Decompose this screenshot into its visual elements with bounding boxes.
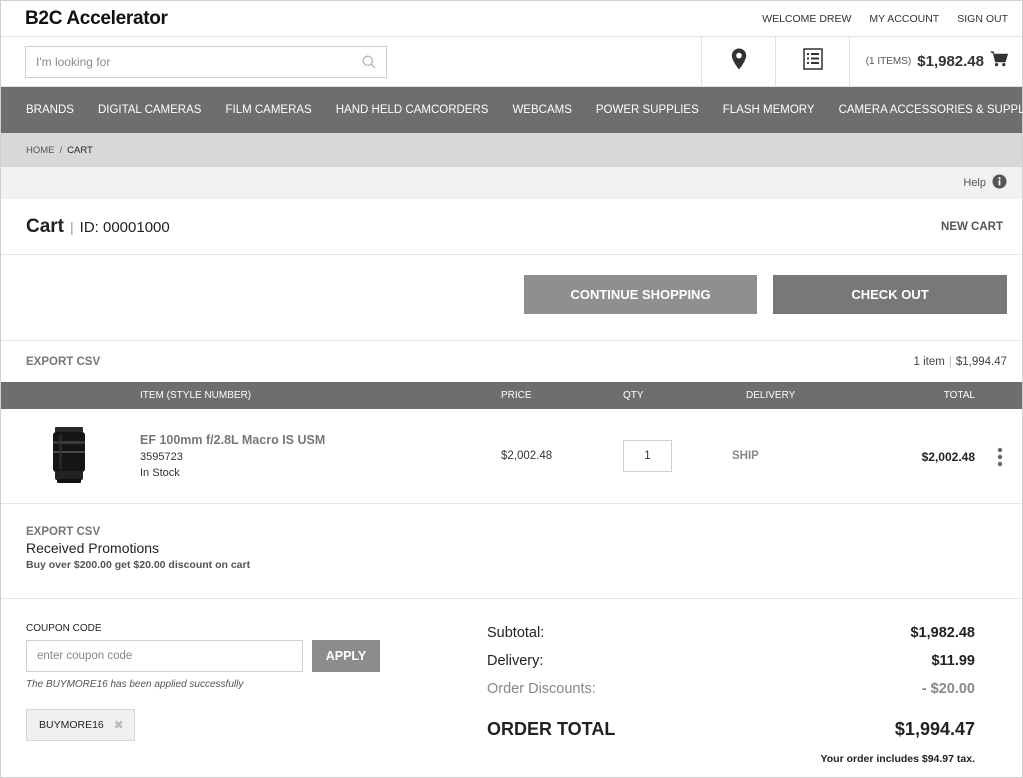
nav-item-digital-cameras[interactable]: DIGITAL CAMERAS: [98, 104, 202, 116]
promotions-section: EXPORT CSV Received Promotions Buy over …: [1, 504, 1022, 599]
apply-coupon-button[interactable]: APPLY: [312, 640, 380, 672]
cart-summary: 1 item | $1,994.47: [914, 356, 1008, 368]
more-vertical-icon[interactable]: [997, 447, 1003, 472]
search-row: (1 ITEMS) $1,982.48: [1, 37, 1022, 87]
nav-item-camera-accessories[interactable]: CAMERA ACCESSORIES & SUPPLIES: [839, 104, 1023, 116]
order-list-icon: [802, 48, 823, 75]
export-row: EXPORT CSV 1 item | $1,994.47: [1, 341, 1022, 382]
nav-item-webcams[interactable]: WEBCAMS: [512, 104, 571, 116]
product-thumbnail[interactable]: [49, 425, 89, 490]
sign-out-link[interactable]: SIGN OUT: [957, 13, 1008, 25]
summary-divider: |: [948, 355, 952, 368]
column-header-total: TOTAL: [943, 390, 975, 401]
location-pin-icon: [731, 48, 747, 75]
column-header-delivery: DELIVERY: [746, 390, 796, 401]
store-locator-button[interactable]: [701, 37, 775, 86]
title-divider: |: [70, 218, 74, 235]
cart-id: ID: 00001000: [79, 218, 170, 236]
search-box: [25, 46, 387, 78]
subtotal-value: $1,982.48: [910, 625, 975, 641]
cart-header: Cart | ID: 00001000 NEW CART: [1, 199, 1022, 255]
cart-actions: CONTINUE SHOPPING CHECK OUT: [1, 255, 1022, 341]
mini-cart-total: $1,982.48: [917, 53, 984, 70]
nav-item-flash-memory[interactable]: FLASH MEMORY: [723, 104, 815, 116]
coupon-code-input[interactable]: [26, 640, 303, 672]
item-count: 1 item: [913, 355, 945, 368]
coupon-code-label: COUPON CODE: [26, 623, 102, 634]
breadcrumb-home[interactable]: HOME: [26, 145, 55, 156]
applied-coupon-chip: BUYMORE16 ✖: [26, 709, 135, 741]
discounts-row: Order Discounts: - $20.00: [487, 681, 975, 709]
cart-title-group: Cart | ID: 00001000: [26, 216, 170, 238]
promotions-title: Received Promotions: [26, 540, 160, 556]
promotion-description: Buy over $200.00 get $20.00 discount on …: [26, 559, 251, 571]
new-cart-link[interactable]: NEW CART: [941, 221, 1003, 233]
breadcrumb: HOME / CART: [1, 133, 1022, 167]
breadcrumb-separator: /: [59, 144, 63, 156]
search-wrap: [1, 37, 701, 86]
applied-coupon-code: BUYMORE16: [39, 719, 104, 731]
mini-cart[interactable]: (1 ITEMS) $1,982.48: [849, 37, 1022, 86]
delivery-method[interactable]: SHIP: [732, 450, 759, 462]
discounts-label: Order Discounts:: [487, 681, 596, 697]
cart-icon: [990, 51, 1009, 72]
delivery-label: Delivery:: [487, 653, 544, 669]
product-style-number: 3595723: [140, 451, 183, 463]
table-header: ITEM (STYLE NUMBER) PRICE QTY DELIVERY T…: [1, 382, 1022, 409]
product-name-link[interactable]: EF 100mm f/2.8L Macro IS USM: [140, 433, 325, 447]
discounts-value: - $20.00: [921, 681, 975, 697]
account-links: WELCOME DREW MY ACCOUNT SIGN OUT: [762, 13, 1008, 25]
promotions-export-csv-link[interactable]: EXPORT CSV: [26, 526, 1022, 538]
info-icon[interactable]: [992, 174, 1007, 192]
page-title: Cart: [26, 215, 65, 237]
delivery-value: $11.99: [931, 653, 975, 669]
subtotal-label: Subtotal:: [487, 625, 545, 641]
breadcrumb-current: CART: [67, 144, 93, 156]
order-total-value: $1,994.47: [894, 719, 975, 739]
help-bar: Help: [1, 167, 1022, 199]
nav-item-hand-held-camcorders[interactable]: HAND HELD CAMCORDERS: [336, 104, 489, 116]
quantity-input[interactable]: [623, 440, 672, 472]
subtotal-row: Subtotal: $1,982.48: [487, 625, 975, 653]
product-line-total: $2,002.48: [921, 450, 975, 464]
product-stock-status: In Stock: [140, 467, 180, 479]
column-header-qty: QTY: [623, 390, 644, 401]
nav-item-brands[interactable]: BRANDS: [26, 104, 74, 116]
search-input[interactable]: [26, 47, 386, 77]
main-navigation: BRANDS DIGITAL CAMERAS FILM CAMERAS HAND…: [1, 87, 1023, 133]
top-bar: B2C Accelerator WELCOME DREW MY ACCOUNT …: [1, 1, 1022, 37]
nav-item-film-cameras[interactable]: FILM CAMERAS: [225, 104, 311, 116]
quick-order-button[interactable]: [775, 37, 849, 86]
mini-cart-count: (1 ITEMS): [865, 56, 912, 67]
welcome-text: WELCOME DREW: [762, 12, 852, 25]
tax-note: Your order includes $94.97 tax.: [820, 753, 975, 765]
delivery-row: Delivery: $11.99: [487, 653, 975, 681]
order-total-label: ORDER TOTAL: [487, 719, 616, 739]
column-header-price: PRICE: [501, 390, 532, 401]
column-header-item: ITEM (STYLE NUMBER): [140, 390, 252, 401]
order-total-row: ORDER TOTAL $1,994.47: [487, 719, 975, 751]
product-price: $2,002.48: [501, 450, 553, 462]
export-csv-link[interactable]: EXPORT CSV: [26, 356, 100, 368]
continue-shopping-button[interactable]: CONTINUE SHOPPING: [524, 275, 757, 314]
order-totals: Subtotal: $1,982.48 Delivery: $11.99 Ord…: [487, 625, 975, 765]
remove-coupon-icon[interactable]: ✖: [114, 718, 124, 732]
table-row: EF 100mm f/2.8L Macro IS USM 3595723 In …: [1, 409, 1022, 504]
coupon-success-message: The BUYMORE16 has been applied successfu…: [26, 679, 244, 690]
nav-item-power-supplies[interactable]: POWER SUPPLIES: [596, 104, 699, 116]
check-out-button[interactable]: CHECK OUT: [773, 275, 1007, 314]
summary-total: $1,994.47: [955, 355, 1007, 368]
coupon-totals-section: COUPON CODE APPLY The BUYMORE16 has been…: [1, 599, 1022, 778]
help-link[interactable]: Help: [963, 177, 986, 189]
search-icon[interactable]: [362, 55, 376, 74]
my-account-link[interactable]: MY ACCOUNT: [869, 13, 939, 25]
brand-logo[interactable]: B2C Accelerator: [25, 8, 168, 30]
